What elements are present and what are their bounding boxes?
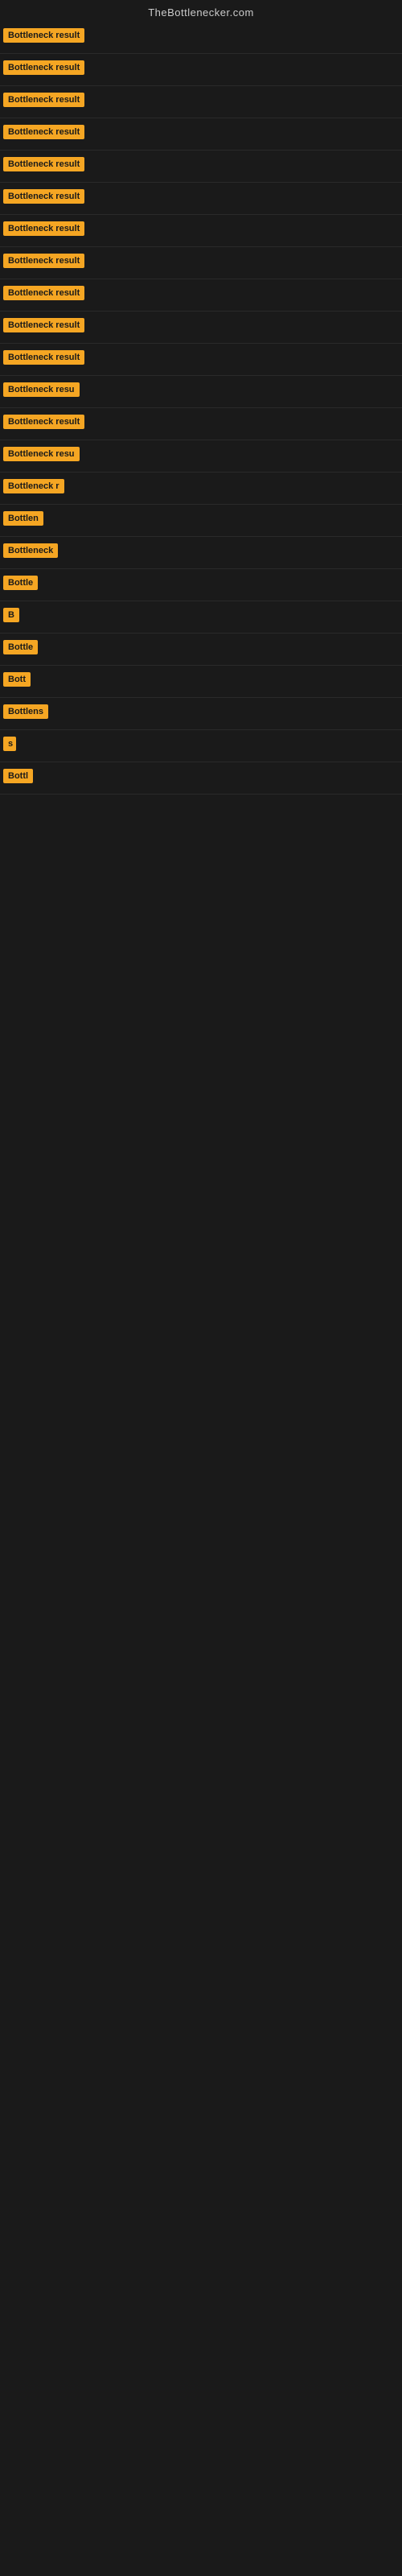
bottleneck-badge-14[interactable]: Bottleneck resu: [3, 447, 80, 461]
bottleneck-badge-7[interactable]: Bottleneck result: [3, 221, 84, 236]
bottleneck-badge-6[interactable]: Bottleneck result: [3, 189, 84, 204]
result-item-10: Bottleneck result: [0, 312, 402, 344]
bottleneck-badge-19[interactable]: B: [3, 608, 19, 622]
result-item-11: Bottleneck result: [0, 344, 402, 376]
bottleneck-badge-1[interactable]: Bottleneck result: [3, 28, 84, 43]
result-item-7: Bottleneck result: [0, 215, 402, 247]
result-item-13: Bottleneck result: [0, 408, 402, 440]
result-item-18: Bottle: [0, 569, 402, 601]
result-item-2: Bottleneck result: [0, 54, 402, 86]
result-item-17: Bottleneck: [0, 537, 402, 569]
result-item-21: Bott: [0, 666, 402, 698]
bottleneck-badge-11[interactable]: Bottleneck result: [3, 350, 84, 365]
result-item-14: Bottleneck resu: [0, 440, 402, 473]
bottleneck-badge-18[interactable]: Bottle: [3, 576, 38, 590]
results-container: Bottleneck result Bottleneck result Bottle…: [0, 22, 402, 795]
bottleneck-badge-9[interactable]: Bottleneck result: [3, 286, 84, 300]
bottleneck-badge-23[interactable]: s: [3, 737, 16, 751]
result-item-20: Bottle: [0, 634, 402, 666]
result-item-12: Bottleneck resu: [0, 376, 402, 408]
bottleneck-badge-4[interactable]: Bottleneck result: [3, 125, 84, 139]
result-item-16: Bottlen: [0, 505, 402, 537]
bottleneck-badge-15[interactable]: Bottleneck r: [3, 479, 64, 493]
result-item-8: Bottleneck result: [0, 247, 402, 279]
result-item-4: Bottleneck result: [0, 118, 402, 151]
result-item-5: Bottleneck result: [0, 151, 402, 183]
bottleneck-badge-17[interactable]: Bottleneck: [3, 543, 58, 558]
result-item-6: Bottleneck result: [0, 183, 402, 215]
result-item-15: Bottleneck r: [0, 473, 402, 505]
site-title: TheBottlenecker.com: [0, 0, 402, 22]
bottleneck-badge-10[interactable]: Bottleneck result: [3, 318, 84, 332]
result-item-24: Bottl: [0, 762, 402, 795]
bottleneck-badge-3[interactable]: Bottleneck result: [3, 93, 84, 107]
bottleneck-badge-24[interactable]: Bottl: [3, 769, 33, 783]
result-item-23: s: [0, 730, 402, 762]
result-item-3: Bottleneck result: [0, 86, 402, 118]
bottleneck-badge-5[interactable]: Bottleneck result: [3, 157, 84, 171]
bottleneck-badge-21[interactable]: Bott: [3, 672, 31, 687]
result-item-22: Bottlens: [0, 698, 402, 730]
result-item-1: Bottleneck result: [0, 22, 402, 54]
bottleneck-badge-20[interactable]: Bottle: [3, 640, 38, 654]
bottleneck-badge-16[interactable]: Bottlen: [3, 511, 43, 526]
bottleneck-badge-22[interactable]: Bottlens: [3, 704, 48, 719]
bottleneck-badge-12[interactable]: Bottleneck resu: [3, 382, 80, 397]
result-item-9: Bottleneck result: [0, 279, 402, 312]
result-item-19: B: [0, 601, 402, 634]
bottleneck-badge-2[interactable]: Bottleneck result: [3, 60, 84, 75]
bottleneck-badge-13[interactable]: Bottleneck result: [3, 415, 84, 429]
bottleneck-badge-8[interactable]: Bottleneck result: [3, 254, 84, 268]
